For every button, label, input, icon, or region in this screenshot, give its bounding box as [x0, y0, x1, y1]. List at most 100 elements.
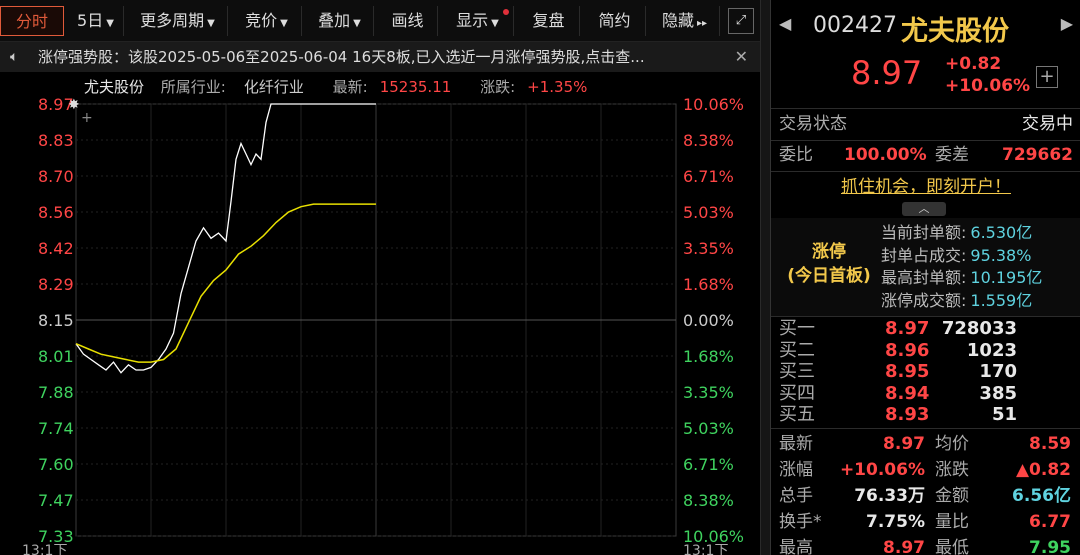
collapse-chevron-icon[interactable]: ︿: [902, 202, 946, 216]
notice-bar[interactable]: 🔈︎ 涨停强势股：该股2025-05-06至2025-06-04 16天8板,已…: [0, 42, 760, 72]
stat-value: 8.97: [883, 538, 925, 555]
bid-row[interactable]: 买三 8.95 170: [771, 361, 1080, 383]
detail-label: 封单占成交:: [881, 245, 967, 265]
limit-up-detail-row: 封单占成交: 95.38%: [881, 245, 1042, 268]
caret-down-icon: ▼: [491, 18, 499, 29]
y-tick-right: 10.06%: [683, 95, 744, 114]
y-tick-left: 8.70: [38, 167, 74, 186]
stock-header: ◀ 002427 尤夫股份 ▶: [771, 0, 1080, 50]
bid-row[interactable]: 买二 8.96 1023: [771, 340, 1080, 362]
y-tick-left: 7.60: [38, 455, 74, 474]
weibi-value: 100.00%: [844, 145, 927, 165]
toolbar-button-label: 叠加: [318, 11, 351, 30]
y-tick-right: 3.35%: [683, 383, 734, 402]
stat-value: 7.95: [1029, 538, 1071, 555]
bid-price: 8.97: [885, 318, 930, 339]
x-tick-right: 13:1下: [683, 543, 728, 555]
trade-status-label: 交易状态: [779, 114, 847, 134]
stat-label: 涨幅: [779, 460, 813, 480]
stat-item: 均价 8.59: [935, 431, 1071, 457]
change-value: +1.35%: [527, 78, 588, 96]
bid-level: 买二: [779, 339, 815, 361]
y-tick-left: 8.56: [38, 203, 74, 222]
open-account-link[interactable]: 抓住机会，即刻开户！: [771, 174, 1080, 200]
stat-item: 量比 6.77: [935, 509, 1071, 535]
limit-up-title: 涨停: [812, 242, 846, 262]
prev-stock-icon[interactable]: ◀: [779, 14, 791, 33]
notice-text[interactable]: 涨停强势股：该股2025-05-06至2025-06-04 16天8板,已入选近…: [38, 42, 718, 72]
divider: [771, 428, 1080, 429]
stat-item: 换手* 7.75%: [779, 509, 925, 535]
limit-up-box: 涨停 (今日首板) 当前封单额: 6.530亿 封单占成交: 95.38% 最高封单额:…: [771, 218, 1080, 316]
toolbar-button-label: 竞价: [245, 11, 278, 30]
bid-volume: 728033: [941, 318, 1017, 339]
limit-up-detail-row: 当前封单额: 6.530亿: [881, 222, 1042, 245]
toolbar-button-0[interactable]: 分时: [0, 6, 64, 36]
toolbar-button-5[interactable]: 画线: [378, 6, 438, 36]
chart-stock-name: 尤夫股份: [84, 78, 145, 96]
y-tick-left: 7.88: [38, 383, 74, 402]
bid-volume: 1023: [966, 339, 1017, 361]
toolbar-button-1[interactable]: 5日 ▼: [68, 6, 124, 36]
close-icon[interactable]: ✕: [735, 42, 748, 72]
y-tick-right: 1.68%: [683, 347, 734, 366]
toolbar-button-label: 更多周期: [140, 11, 205, 30]
next-stock-icon[interactable]: ▶: [1061, 14, 1073, 33]
bid-row[interactable]: 买一 8.97 728033: [771, 318, 1080, 340]
detail-label: 当前封单额:: [881, 223, 967, 242]
caret-down-icon: ▼: [207, 18, 215, 29]
caret-down-icon: ▼: [106, 18, 114, 29]
add-watchlist-icon[interactable]: +: [1036, 66, 1058, 88]
limit-up-star-icon: ✸: [68, 97, 80, 113]
detail-label: 涨停成交额:: [881, 290, 967, 310]
y-tick-left: 8.01: [38, 347, 74, 366]
y-tick-right: 6.71%: [683, 167, 734, 186]
y-tick-right: 5.03%: [683, 419, 734, 438]
intraday-chart[interactable]: 尤夫股份 所属行业: 化纤行业 最新: 15235.11 涨跌: +1.35% 8.9…: [0, 72, 760, 555]
stat-value: 7.75%: [866, 512, 925, 532]
detail-value: 6.530亿: [970, 223, 1033, 242]
stat-value: 6.56亿: [1012, 486, 1071, 506]
toolbar-button-7[interactable]: 复盘: [518, 6, 580, 36]
bid-row[interactable]: 买四 8.94 385: [771, 383, 1080, 405]
weicha-value: 729662: [1002, 145, 1073, 165]
detail-label: 最高封单额:: [881, 268, 967, 287]
toolbar-button-6[interactable]: 显示 ▼: [442, 6, 514, 36]
stat-label: 换手*: [779, 512, 822, 532]
panel-divider[interactable]: [760, 0, 770, 555]
y-tick-left: 8.15: [38, 311, 74, 330]
y-tick-right: 0.00%: [683, 311, 734, 330]
trade-status-row: 交易状态 交易中: [771, 110, 1080, 138]
toolbar-button-9[interactable]: 隐藏 ▸▸: [650, 6, 720, 36]
bid-price: 8.95: [885, 361, 930, 382]
chart-svg[interactable]: 8.97 10.06%8.83 8.38%8.70 6.71%8.56 5.03%8.4…: [0, 72, 760, 555]
divider: [771, 171, 1080, 172]
stat-label: 最新: [779, 434, 813, 454]
stat-item: 金额 6.56亿: [935, 483, 1071, 509]
stat-value: +10.06%: [839, 460, 925, 480]
toolbar-button-label: 复盘: [532, 11, 565, 30]
limit-up-details: 当前封单额: 6.530亿 封单占成交: 95.38% 最高封单额: 10.195亿 涨停成…: [881, 222, 1042, 312]
toolbar-button-8[interactable]: 简约: [584, 6, 646, 36]
divider: [771, 316, 1080, 317]
limit-up-detail-row: 涨停成交额: 1.559亿: [881, 290, 1042, 313]
stat-label: 最高: [779, 538, 813, 555]
expand-icon[interactable]: ⤢: [728, 8, 754, 34]
limit-up-detail-row: 最高封单额: 10.195亿: [881, 267, 1042, 290]
stat-value: 8.59: [1029, 434, 1071, 454]
industry-value: 化纤行业: [243, 78, 304, 96]
stat-item: 最低 7.95: [935, 535, 1071, 555]
toolbar-button-3[interactable]: 竞价 ▼: [232, 6, 302, 36]
trade-status-value: 交易中: [1022, 114, 1073, 134]
bid-volume: 385: [979, 382, 1017, 404]
toolbar-button-2[interactable]: 更多周期 ▼: [128, 6, 228, 36]
limit-up-label: 涨停 (今日首板): [781, 240, 877, 288]
toolbar-button-4[interactable]: 叠加 ▼: [306, 6, 374, 36]
bid-row[interactable]: 买五 8.93 51: [771, 404, 1080, 426]
stat-item: 总手 76.33万: [779, 483, 925, 509]
toolbar-button-label: 隐藏: [661, 11, 694, 30]
bid-volume: 170: [979, 361, 1017, 382]
weicha-label: 委差: [935, 145, 969, 165]
y-tick-left: 8.42: [38, 239, 74, 258]
latest-label: 最新:: [332, 78, 368, 96]
